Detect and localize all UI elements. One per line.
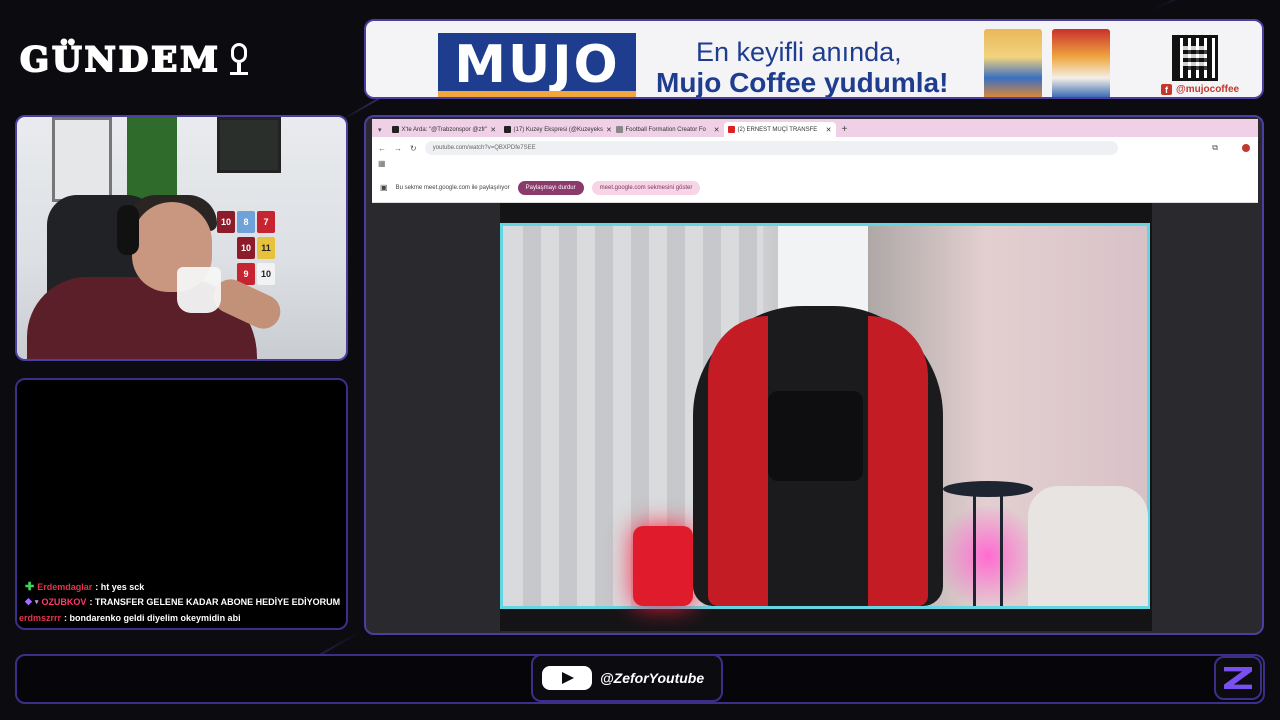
zefor-brand-icon (1214, 656, 1262, 700)
apps-grid-icon[interactable]: ▦ (378, 159, 386, 168)
framed-jersey: 10 (257, 263, 275, 285)
tab-title: Football Formation Creator Fo (625, 126, 706, 133)
tab-search-icon[interactable]: ▾ (372, 122, 388, 137)
tab-title: X'te Arda: "@Trabzonspor @zfr" (401, 126, 488, 133)
youtube-icon (542, 666, 592, 690)
framed-jersey: 10 (217, 211, 235, 233)
browser-tab[interactable]: X'te Arda: "@Trabzonspor @zfr" ✕ (388, 122, 500, 137)
bookmarks-bar: ▦ (372, 159, 1258, 173)
wall-poster (217, 117, 281, 173)
x-icon (391, 126, 399, 133)
address-bar: ← → ↻ youtube.com/watch?v=QBXPDfe7SEE ⧉ (372, 137, 1258, 159)
side-table (943, 481, 1033, 497)
sponsor-banner[interactable]: MUJO En keyifli anında, Mujo Coffee yudu… (364, 19, 1264, 99)
video-frame (500, 223, 1150, 609)
tab-title: (17) Kuzey Ekspresi (@Kuzeyeks (513, 126, 603, 133)
youtube-handle: @ZeforYoutube (600, 670, 705, 686)
url-input[interactable]: youtube.com/watch?v=QBXPDfe7SEE (424, 141, 1118, 155)
headphones (117, 205, 139, 255)
reload-icon[interactable]: ↻ (410, 144, 417, 153)
ad-social-handle: f @mujocoffee (1161, 84, 1239, 95)
chevron-badge-icon: ▾ (34, 598, 39, 606)
stop-sharing-button[interactable]: Paylaşmayı durdur (517, 180, 584, 195)
close-icon[interactable]: ✕ (490, 126, 496, 134)
screen-share-bar: ▣ Bu sekme meet.google.com ile paylaşılı… (372, 173, 1258, 203)
framed-jersey: 10 (237, 237, 255, 259)
mujo-logo: MUJO (438, 33, 636, 97)
chat-username[interactable]: OZUBKOV (41, 597, 86, 607)
framed-jersey: 7 (257, 211, 275, 233)
browser-tab[interactable]: (17) Kuzey Ekspresi (@Kuzeyeks ✕ (500, 122, 612, 137)
chat-username[interactable]: Erdemdaglar (37, 582, 92, 592)
microphone-icon (227, 43, 251, 77)
coffee-pack-image (984, 29, 1042, 97)
tab-title: (2) ERNEST MUÇİ TRANSFE (737, 126, 818, 133)
url-text: youtube.com/watch?v=QBXPDfe7SEE (432, 145, 536, 151)
extensions-icon[interactable]: ⧉ (1212, 143, 1218, 153)
glass-cup (177, 267, 221, 313)
side-table-legs (973, 496, 1003, 606)
forward-icon[interactable]: → (394, 144, 402, 153)
back-icon[interactable]: ← (378, 144, 386, 153)
gem-badge-icon: ◆ (25, 596, 32, 606)
chat-panel: ✚ Erdemdaglar : ht yes sck ◆ ▾ OZUBKOV :… (15, 378, 348, 630)
gaming-chair-red-left (708, 316, 768, 606)
sofa (1028, 486, 1148, 606)
new-tab-icon[interactable]: + (836, 122, 854, 137)
qr-code-image (1172, 35, 1218, 81)
browser-tab-bar: ▾ X'te Arda: "@Trabzonspor @zfr" ✕ (17) … (372, 119, 1258, 137)
gundem-logo: GÜNDEM (19, 38, 350, 82)
show-meet-tab-button[interactable]: meet.google.com sekmesini göster (591, 180, 701, 195)
wall-poster (127, 117, 177, 207)
share-status-text: Bu sekme meet.google.com ile paylaşılıyo… (395, 184, 510, 191)
share-screen-icon: ▣ (380, 183, 388, 192)
video-player[interactable] (500, 203, 1152, 631)
gaming-chair-pillow (768, 391, 863, 481)
logo-text: GÜNDEM (19, 39, 221, 81)
chat-message: ✚ Erdemdaglar : ht yes sck (25, 580, 144, 593)
close-icon[interactable]: ✕ (826, 126, 832, 134)
chat-username[interactable]: erdmszrrr (19, 613, 61, 623)
framed-jersey: 8 (237, 211, 255, 233)
coffee-pack-image (1052, 29, 1110, 97)
chat-message: erdmszrrr : bondarenko geldi diyelim oke… (19, 613, 241, 623)
x-icon (503, 126, 511, 133)
profile-icon[interactable] (1242, 144, 1250, 152)
facebook-icon: f (1161, 84, 1172, 95)
chat-text: : ht yes sck (95, 581, 145, 592)
browser-tab-active[interactable]: (2) ERNEST MUÇİ TRANSFE ✕ (723, 122, 836, 137)
mujo-logo-text: MUJO (454, 35, 620, 95)
browser-tab[interactable]: Football Formation Creator Fo ✕ (612, 122, 724, 137)
shelf (52, 117, 112, 202)
red-lamp (633, 526, 693, 606)
ad-tagline-1: En keyifli anında, (696, 37, 902, 67)
youtube-icon (727, 126, 735, 133)
youtube-channel-badge[interactable]: @ZeforYoutube (531, 654, 723, 702)
chat-text: : TRANSFER GELENE KADAR ABONE HEDİYE EDİ… (89, 596, 341, 607)
plus-badge-icon: ✚ (25, 581, 35, 593)
ad-tagline-2: Mujo Coffee yudumla! (656, 67, 949, 98)
gaming-chair-red-right (868, 316, 928, 606)
close-icon[interactable]: ✕ (714, 126, 720, 134)
shared-screen: ▾ X'te Arda: "@Trabzonspor @zfr" ✕ (17) … (364, 115, 1264, 635)
ad-handle-text: @mujocoffee (1176, 84, 1240, 95)
doc-icon (615, 126, 623, 133)
zefor-logo-icon (1224, 667, 1252, 689)
background-streak (1149, 0, 1280, 12)
chat-message: ◆ ▾ OZUBKOV : TRANSFER GELENE KADAR ABON… (25, 596, 340, 607)
framed-jersey: 11 (257, 237, 275, 259)
webcam-feed: 10 8 7 10 11 9 10 (15, 115, 348, 361)
chat-text: : bondarenko geldi diyelim okeymidin abi (64, 613, 241, 623)
